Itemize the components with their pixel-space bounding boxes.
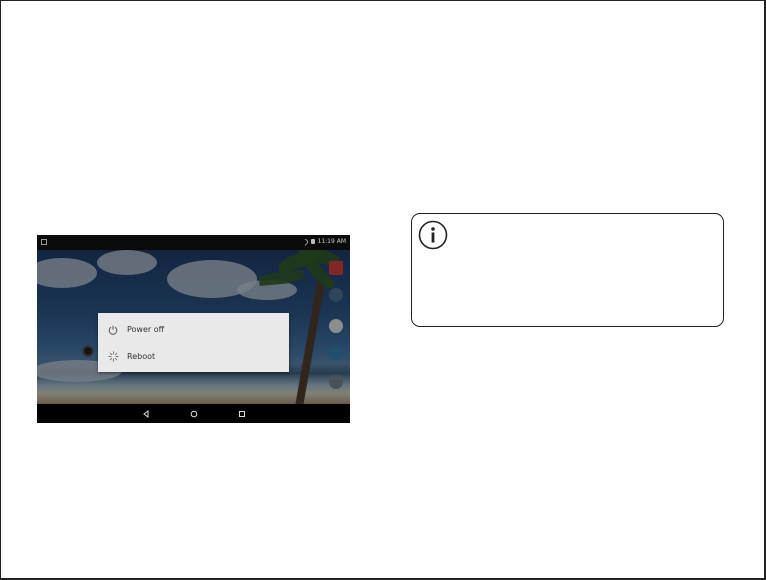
wallpaper: Play Music Gmail My Files Power off	[37, 250, 350, 404]
notification-icon	[41, 239, 47, 245]
reboot-spinner-icon	[107, 351, 119, 363]
status-bar: 11:19 AM	[37, 235, 350, 250]
reboot-label: Reboot	[127, 352, 156, 361]
wifi-icon	[300, 237, 309, 246]
home-icon[interactable]	[187, 407, 201, 421]
tablet-screenshot: 11:19 AM Play Music Gmail My Files	[37, 235, 350, 423]
power-off-label: Power off	[127, 325, 165, 334]
info-icon	[418, 220, 448, 250]
power-off-option[interactable]: Power off	[98, 316, 289, 343]
back-icon[interactable]	[139, 407, 153, 421]
lock-icon	[310, 239, 315, 244]
info-note-box	[411, 213, 724, 327]
recents-icon[interactable]	[235, 407, 249, 421]
power-icon	[107, 324, 119, 336]
navigation-bar	[37, 404, 350, 423]
status-icons: 11:19 AM	[300, 237, 346, 246]
reboot-option[interactable]: Reboot	[98, 343, 289, 370]
status-time: 11:19 AM	[317, 238, 346, 245]
power-options-dialog: Power off Reboot	[98, 313, 289, 372]
